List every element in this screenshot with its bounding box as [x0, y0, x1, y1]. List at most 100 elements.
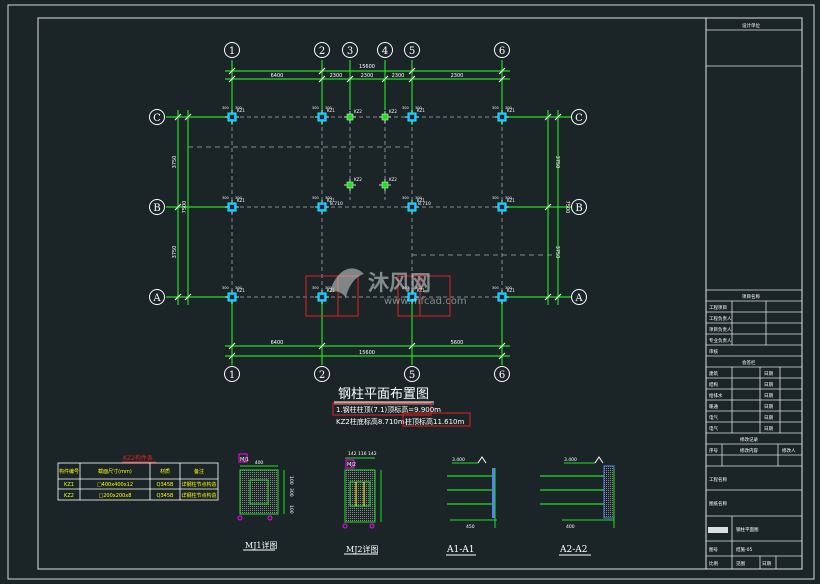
column-dim: 300	[222, 196, 229, 200]
column-dim: 300	[312, 196, 319, 200]
mj2-detail: MJ2 142 116 142 MJ2详图	[342, 451, 382, 555]
tb-col-head: 序号	[709, 447, 718, 454]
kz1-column: KZ1300300	[492, 106, 515, 124]
mj2-tag: MJ2	[347, 462, 356, 468]
tb-date: 日期	[764, 371, 773, 377]
column-dim: 300	[325, 106, 332, 110]
tb-section3: 修改记录	[740, 436, 758, 443]
schedule-cell: 详钢柱节点构造	[181, 492, 216, 499]
column-dim: 300	[415, 106, 422, 110]
mj1-tag: MJ1	[240, 457, 249, 463]
schedule-header: 截面尺寸(mm)	[98, 468, 132, 475]
tb-date: 日期	[764, 404, 773, 410]
column-tag: KZ2	[389, 109, 397, 114]
axis-label-left: C	[153, 113, 161, 124]
tb-row2: 电气	[709, 425, 718, 432]
schedule-cell: □400x400x12	[97, 482, 133, 488]
kz2-column: KZ2	[344, 177, 362, 191]
column-dim: 300	[325, 196, 332, 200]
tb-row1: 工程负责人	[709, 315, 732, 322]
dim-top-seg: 2300	[392, 73, 405, 79]
kz2-column: KZ2	[379, 109, 397, 123]
column-tag: KZ2	[354, 177, 362, 182]
tb-bottom: 见图	[736, 561, 745, 567]
dim-right-seg: 3750	[554, 246, 560, 259]
plan-title: 钢柱平面布置图	[338, 387, 429, 402]
axis-label-right: C	[575, 113, 583, 124]
plan-note-2b: 柱顶标高11.610m	[405, 417, 464, 426]
tb-date: 日期	[764, 415, 773, 421]
cad-drawing: 15600 6400 2300 2300 2300 2300 6400 5600…	[7, 4, 815, 580]
title-block: 设计单位 项目名称 工程项目 工程负责人 项目负责人 专业负责人 审核 会签栏 …	[705, 17, 803, 570]
column-dim: 300	[235, 286, 242, 290]
axis-label-top: 3	[347, 46, 353, 57]
dim-bottom-seg: 6400	[271, 340, 284, 346]
axis-label-bottom: 2	[319, 370, 325, 381]
tb-date: 日期	[764, 382, 773, 388]
kz1-column: KZ1300300	[402, 106, 425, 124]
mj1-dim: 100	[288, 476, 294, 485]
axis-label-top: 1	[229, 46, 235, 57]
watermark-url: www.mfcad.com	[384, 296, 467, 307]
column-schedule: KZ2构件表 构件编号 截面尺寸(mm) 材质 备注 KZ1 □400x400x…	[57, 454, 219, 501]
tb-row1: 审核	[709, 348, 718, 355]
tb-date: 日期	[764, 426, 773, 432]
kz2-elevation-label: 8.710	[330, 201, 343, 207]
dim-right-seg: 3750	[554, 156, 560, 169]
kz2-elevation-label: 8.710	[418, 201, 431, 207]
schedule-header: 备注	[194, 468, 204, 475]
axis-label-right: A	[574, 293, 583, 304]
column-dim: 300	[415, 196, 422, 200]
column-tag: KZ2	[389, 177, 397, 182]
kz1-column: KZ1300300	[492, 196, 515, 214]
axis-label-top: 6	[499, 46, 505, 57]
dim-bottom-seg: 5600	[451, 340, 464, 346]
kz1-column: KZ1300300	[222, 196, 245, 214]
tb-section2: 会签栏	[742, 359, 756, 366]
mj2-dim: 142	[348, 451, 357, 457]
tb-row2: 给排水	[709, 392, 723, 399]
schedule-cell: 详钢柱节点构造	[181, 481, 216, 488]
column-dim: 300	[235, 196, 242, 200]
dim-top-seg: 2300	[330, 73, 343, 79]
kz1-column: KZ1300300	[222, 286, 245, 304]
dim-left-seg: 3750	[172, 156, 178, 169]
axis-label-left: A	[152, 293, 161, 304]
column-dim: 300	[492, 196, 499, 200]
a2-dim: 400	[566, 524, 575, 530]
axis-label-bottom: 6	[499, 370, 505, 381]
dim-left-total: 7500	[182, 201, 188, 214]
kz1-column: KZ1300300	[312, 106, 335, 124]
kz1-column: KZ1300300	[222, 106, 245, 124]
tb-drawing-no-label: 图号	[709, 547, 718, 553]
column-dim: 300	[505, 106, 512, 110]
a2-label: A2-A2	[559, 545, 588, 555]
column-dim: 300	[312, 286, 319, 290]
schedule-header: 构件编号	[59, 468, 79, 475]
tb-row2: 建筑	[709, 370, 718, 377]
column-dim: 300	[235, 106, 242, 110]
schedule-cell: KZ2	[64, 493, 74, 499]
tb-drawing-name: 图纸名称	[709, 500, 727, 507]
schedule-title: KZ2构件表	[123, 454, 153, 462]
column-dim: 300	[402, 106, 409, 110]
kz2-column: KZ2	[379, 177, 397, 191]
axis-label-bottom: 5	[409, 370, 415, 381]
tb-row2: 结构	[709, 381, 718, 388]
tb-row1: 工程项目	[709, 304, 727, 311]
tb-date: 日期	[764, 393, 773, 399]
section-a1: 3.400 450 A1-A1	[446, 456, 497, 556]
column-dim: 300	[492, 106, 499, 110]
mj1-dim: 400	[255, 460, 264, 466]
dim-top-total: 15600	[359, 64, 375, 70]
tb-bottom: 比例	[709, 560, 718, 567]
column-dim: 300	[222, 286, 229, 290]
tb-drawing-value: 钢柱平面图	[736, 526, 759, 533]
dim-top-seg: 2300	[361, 73, 374, 79]
tb-col-head: 修改人	[782, 447, 796, 454]
schedule-cell: KZ1	[64, 482, 74, 488]
mj2-label: MJ2详图	[346, 544, 379, 554]
tb-row1: 项目负责人	[709, 326, 732, 333]
column-dim: 300	[325, 286, 332, 290]
tb-header: 设计单位	[742, 22, 760, 29]
